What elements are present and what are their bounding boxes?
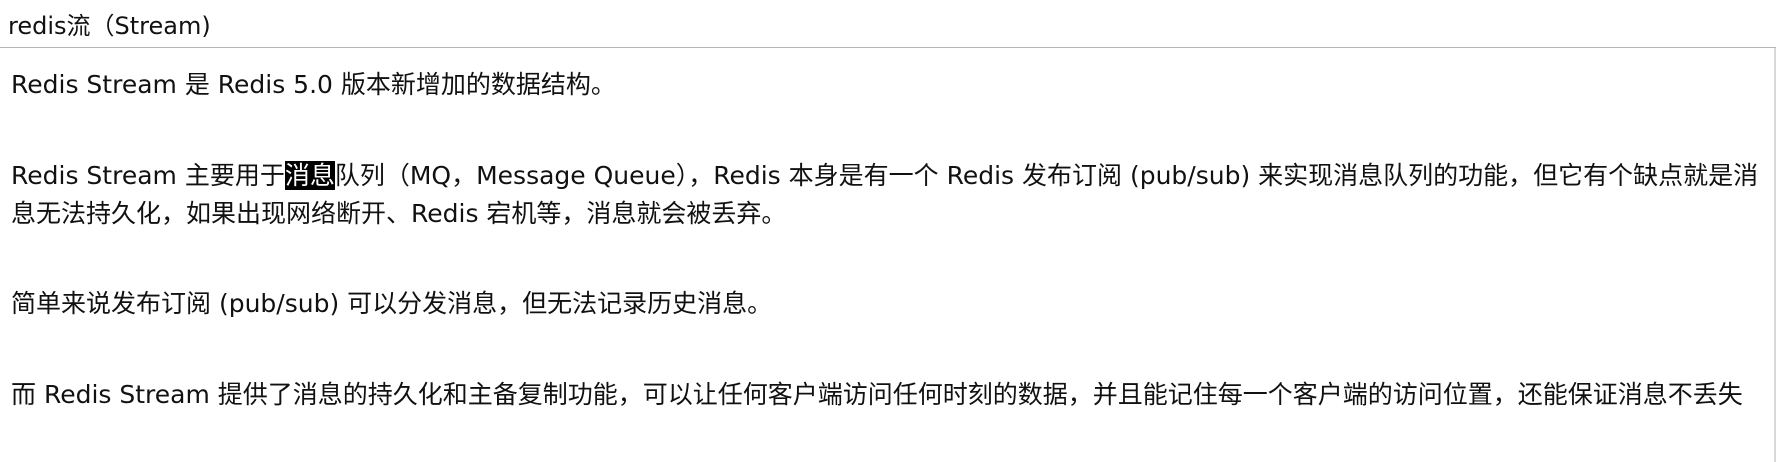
paragraph-purpose: Redis Stream 主要用于消息队列（MQ，Message Queue），… bbox=[11, 157, 1766, 233]
page-title: redis流（Stream) bbox=[8, 12, 211, 40]
paragraph-summary: 简单来说发布订阅 (pub/sub) 可以分发消息，但无法记录历史消息。 bbox=[11, 289, 773, 318]
paragraph-purpose-text-start: Redis Stream 主要用于 bbox=[11, 161, 285, 190]
selected-text[interactable]: 消息 bbox=[284, 161, 335, 190]
paragraph-features: 而 Redis Stream 提供了消息的持久化和主备复制功能，可以让任何客户端… bbox=[11, 380, 1743, 409]
document-body[interactable]: Redis Stream 是 Redis 5.0 版本新增加的数据结构。 Red… bbox=[0, 49, 1776, 462]
paragraph-intro: Redis Stream 是 Redis 5.0 版本新增加的数据结构。 bbox=[11, 70, 616, 99]
document-header: redis流（Stream) bbox=[0, 0, 1776, 48]
